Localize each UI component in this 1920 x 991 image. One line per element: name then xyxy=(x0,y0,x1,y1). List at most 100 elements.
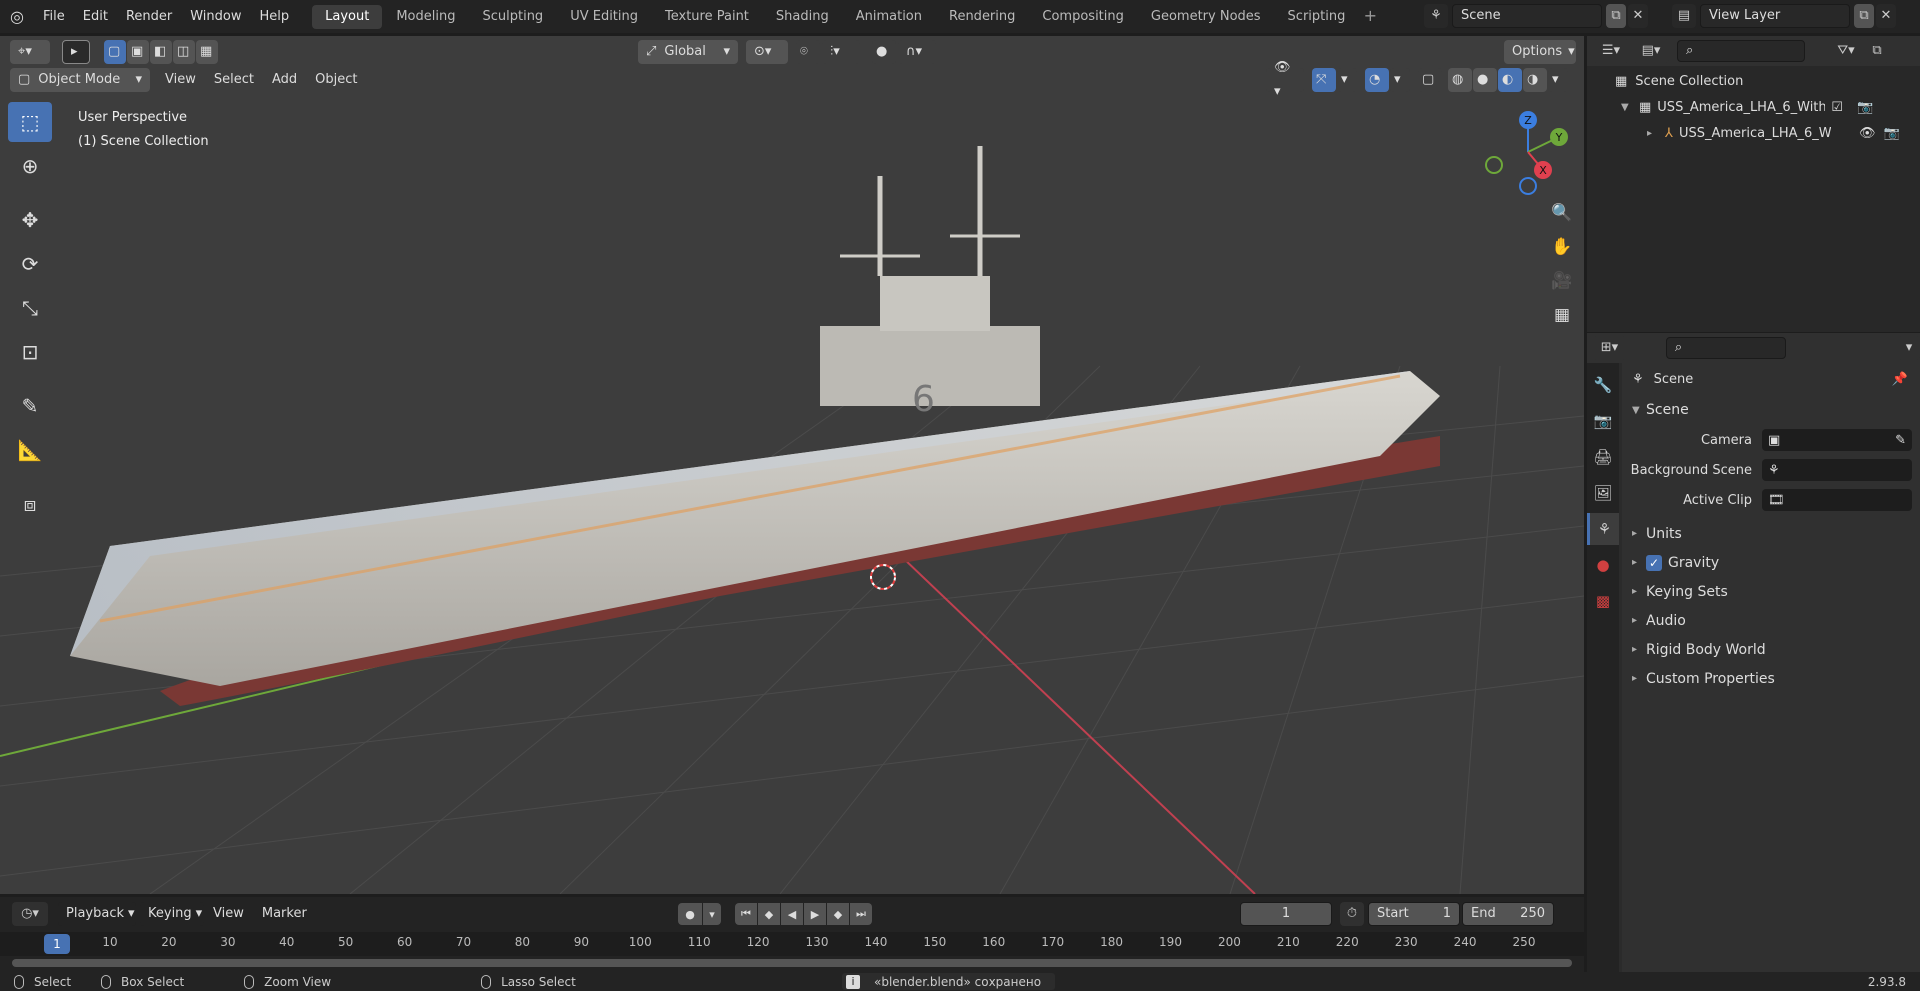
view-layer-tab-icon[interactable]: 🖼 xyxy=(1587,477,1619,509)
timeline-scrollbar[interactable] xyxy=(12,959,1572,967)
tab-shading[interactable]: Shading xyxy=(763,5,842,29)
frame-ruler[interactable]: 1 11020304050607080901001101201301401501… xyxy=(0,932,1584,956)
properties-search-input[interactable]: ⌕ xyxy=(1665,337,1787,359)
panel-scene-header[interactable]: ▼ Scene xyxy=(1622,395,1920,425)
select-extend-icon[interactable]: ▣ xyxy=(127,40,149,64)
viewport-menu-view[interactable]: View xyxy=(156,68,205,92)
filter-icon[interactable]: ⛛▾ xyxy=(1829,39,1863,63)
blender-logo-icon[interactable]: ◎ xyxy=(0,0,34,33)
gravity-checkbox[interactable]: ✓ xyxy=(1646,554,1662,571)
play-icon[interactable]: ▶ xyxy=(804,903,826,925)
panel-gravity[interactable]: ▸ ✓ Gravity xyxy=(1622,548,1920,577)
snap-icon[interactable]: ⌾ xyxy=(796,40,820,64)
mode-dropdown[interactable]: ▢ Object Mode ▾ xyxy=(10,68,150,92)
current-frame-marker[interactable]: 1 xyxy=(44,934,70,954)
eye-icon[interactable]: 👁 xyxy=(1859,126,1876,141)
playback-menu[interactable]: Playback ▾ xyxy=(58,902,136,926)
current-frame-field[interactable]: 1 xyxy=(1240,902,1332,926)
scrollbar-thumb[interactable] xyxy=(12,959,1572,967)
background-scene-field[interactable]: ⚘ xyxy=(1762,459,1912,481)
active-clip-field[interactable]: 🎞 xyxy=(1762,489,1912,511)
render-tab-icon[interactable]: 📷 xyxy=(1587,405,1619,437)
viewport-menu-object[interactable]: Object xyxy=(306,68,366,92)
move-tool-icon[interactable]: ✥ xyxy=(8,200,52,240)
transform-orientation-dropdown[interactable]: ⤢ Global ▾ xyxy=(638,40,738,64)
display-mode-icon[interactable]: ▤▾ xyxy=(1633,39,1669,63)
jump-end-icon[interactable]: ⏭ xyxy=(850,903,872,925)
navigation-gizmo[interactable]: Z Y X xyxy=(1480,102,1580,202)
new-collection-icon[interactable]: ⧉ xyxy=(1865,39,1889,63)
panel-rigid-body-world[interactable]: ▸ Rigid Body World xyxy=(1622,635,1920,664)
scale-tool-icon[interactable]: ⤡ xyxy=(8,288,52,328)
tab-uv-editing[interactable]: UV Editing xyxy=(557,5,651,29)
stopwatch-icon[interactable]: ⏱ xyxy=(1340,902,1364,926)
play-reverse-icon[interactable]: ◀ xyxy=(781,903,803,925)
delete-scene-icon[interactable]: ✕ xyxy=(1628,4,1648,28)
overlay-toggle-icon[interactable]: ◔ xyxy=(1365,68,1389,92)
menu-file[interactable]: File xyxy=(34,0,74,33)
measure-tool-icon[interactable]: 📐 xyxy=(8,430,52,470)
panel-audio[interactable]: ▸ Audio xyxy=(1622,606,1920,635)
scene-name-field[interactable]: Scene xyxy=(1452,4,1602,28)
view-layer-field[interactable]: View Layer xyxy=(1700,4,1850,28)
viewport-scene[interactable]: 6 xyxy=(0,36,1584,894)
new-view-layer-icon[interactable]: ⧉ xyxy=(1854,4,1874,28)
camera-view-icon[interactable]: 🎥 xyxy=(1547,266,1577,296)
pan-hand-icon[interactable]: ✋ xyxy=(1547,232,1577,262)
record-icon[interactable]: ● xyxy=(678,903,702,925)
snap-target-icon[interactable]: ⫶▾ xyxy=(822,40,860,64)
visibility-icon[interactable]: 👁▾ xyxy=(1266,60,1304,99)
menu-edit[interactable]: Edit xyxy=(74,0,117,33)
jump-start-icon[interactable]: ⏮ xyxy=(735,903,757,925)
editor-type-icon[interactable]: ☰▾ xyxy=(1593,39,1629,63)
panel-keying-sets[interactable]: ▸ Keying Sets xyxy=(1622,577,1920,606)
end-frame-field[interactable]: End 250 xyxy=(1462,902,1554,926)
options-dropdown[interactable]: Options ▾ xyxy=(1504,40,1576,64)
outliner-item[interactable]: ▸ ⅄ USS_America_LHA_6_Wit 👁 📷 xyxy=(1587,120,1920,146)
output-tab-icon[interactable]: 🖨 xyxy=(1587,441,1619,473)
start-frame-field[interactable]: Start 1 xyxy=(1368,902,1460,926)
add-workspace-button[interactable]: + xyxy=(1359,6,1381,28)
outliner-search-input[interactable]: ⌕ xyxy=(1677,40,1805,62)
select-tool-icon[interactable]: ▸ xyxy=(62,40,90,64)
tab-layout[interactable]: Layout xyxy=(312,4,383,29)
tool-tab-icon[interactable]: 🔧 xyxy=(1587,369,1619,401)
tab-animation[interactable]: Animation xyxy=(843,5,935,29)
pin-icon[interactable]: 📌 xyxy=(1892,372,1908,387)
gizmo-toggle-icon[interactable]: ⤧ xyxy=(1312,68,1336,92)
select-invert-icon[interactable]: ◫ xyxy=(173,40,195,64)
panel-units[interactable]: ▸ Units xyxy=(1622,519,1920,548)
camera-icon[interactable]: 📷 xyxy=(1857,100,1873,115)
camera-field[interactable]: ▣ ✎ xyxy=(1762,429,1912,451)
delete-view-layer-icon[interactable]: ✕ xyxy=(1876,4,1896,28)
panel-custom-properties[interactable]: ▸ Custom Properties xyxy=(1622,664,1920,693)
editor-type-icon[interactable]: ◷▾ xyxy=(12,902,48,926)
jump-keyframe-forward-icon[interactable]: ◆ xyxy=(827,903,849,925)
menu-window[interactable]: Window xyxy=(181,0,250,33)
cursor-tool-icon[interactable]: ⊕ xyxy=(8,146,52,186)
select-new-icon[interactable]: ▢ xyxy=(104,40,126,64)
falloff-icon[interactable]: ∩▾ xyxy=(898,40,936,64)
viewport-menu-select[interactable]: Select xyxy=(205,68,263,92)
material-shading-icon[interactable]: ◐ xyxy=(1498,68,1522,92)
chevron-down-icon[interactable]: ▾ xyxy=(1898,336,1920,360)
texture-tab-icon[interactable]: ▩ xyxy=(1587,585,1619,617)
proportional-edit-icon[interactable]: ● xyxy=(872,40,896,64)
editor-type-icon[interactable]: ⊞▾ xyxy=(1593,336,1626,360)
tab-modeling[interactable]: Modeling xyxy=(383,5,468,29)
expand-arrow-icon[interactable]: ▼ xyxy=(1621,102,1635,113)
new-scene-icon[interactable]: ⧉ xyxy=(1606,4,1626,28)
pivot-point-icon[interactable]: ⊙▾ xyxy=(746,40,788,64)
chevron-down-icon[interactable]: ▾ xyxy=(1390,68,1410,92)
annotate-tool-icon[interactable]: ✎ xyxy=(8,386,52,426)
tab-sculpting[interactable]: Sculpting xyxy=(469,5,556,29)
camera-icon[interactable]: 📷 xyxy=(1883,126,1899,141)
keying-menu[interactable]: Keying ▾ xyxy=(140,902,204,926)
tab-texture-paint[interactable]: Texture Paint xyxy=(652,5,762,29)
menu-render[interactable]: Render xyxy=(117,0,181,33)
select-intersect-icon[interactable]: ▦ xyxy=(196,40,218,64)
outliner-item[interactable]: ▼ ▦ USS_America_LHA_6_With_Ai ☑ 📷 xyxy=(1587,94,1920,120)
xray-toggle-icon[interactable]: ▢ xyxy=(1418,68,1442,92)
timeline-menu-view[interactable]: View xyxy=(204,902,253,926)
viewport-menu-add[interactable]: Add xyxy=(263,68,306,92)
